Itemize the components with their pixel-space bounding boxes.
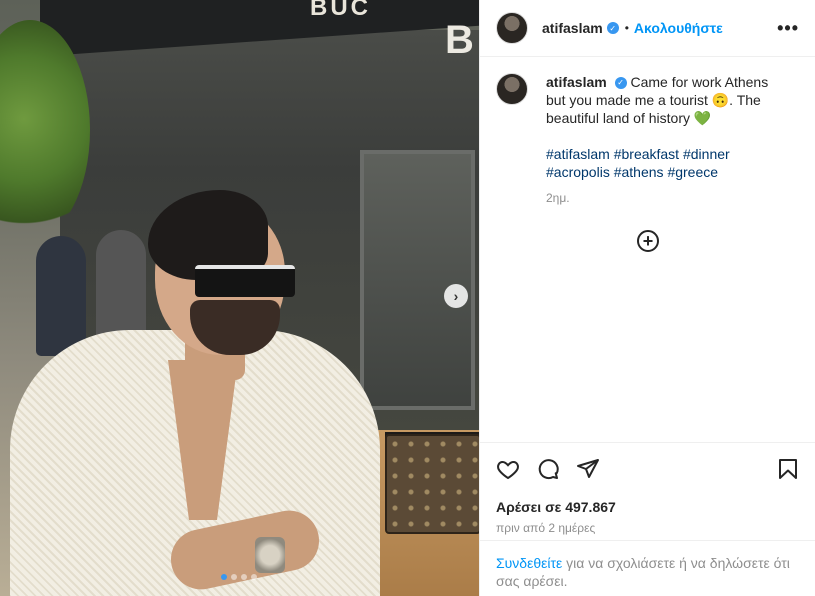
hashtag-link[interactable]: #greece: [667, 164, 718, 180]
add-circle-icon[interactable]: +: [637, 230, 659, 252]
action-icons: [496, 457, 800, 481]
login-prompt: Συνδεθείτε για να σχολιάσετε ή να δηλώσε…: [480, 540, 815, 596]
hashtag-link[interactable]: #acropolis: [546, 164, 610, 180]
share-icon[interactable]: [576, 457, 600, 481]
heart-icon[interactable]: [496, 457, 520, 481]
separator-dot: •: [624, 21, 629, 35]
avatar[interactable]: [496, 12, 528, 44]
ellipsis-icon[interactable]: •••: [777, 18, 799, 39]
hashtags: #atifaslam #breakfast #dinner #acropolis…: [546, 145, 782, 181]
carousel-dot: [221, 574, 227, 580]
carousel-dot: [251, 574, 257, 580]
next-photo-button[interactable]: ›: [444, 284, 468, 308]
building-sign: B: [445, 18, 474, 62]
comment-icon[interactable]: [536, 457, 560, 481]
hashtag-link[interactable]: #breakfast: [614, 146, 679, 162]
avatar[interactable]: [496, 73, 528, 105]
username-link[interactable]: atifaslam: [542, 20, 603, 36]
wristwatch: [255, 537, 285, 573]
caption: atifaslam ✓ Came for work Athens but you…: [480, 57, 815, 207]
background-person: [36, 236, 86, 356]
hashtag-link[interactable]: #atifaslam: [546, 146, 610, 162]
post-date: πριν από 2 ημέρες: [496, 521, 596, 535]
verified-icon: ✓: [606, 22, 619, 34]
action-bar: Αρέσει σε 497.867 πριν από 2 ημέρες: [480, 442, 815, 535]
awning-text: BUC: [310, 0, 371, 21]
hashtag-link[interactable]: #athens: [614, 164, 664, 180]
post-photo[interactable]: BUC B ›: [0, 0, 479, 596]
chevron-right-icon: ›: [453, 288, 459, 304]
caption-time: 2ημ.: [546, 191, 570, 205]
verified-icon: ✓: [614, 77, 627, 90]
sunglasses: [195, 265, 295, 297]
caption-username[interactable]: atifaslam: [546, 74, 607, 90]
hashtag-link[interactable]: #dinner: [683, 146, 730, 162]
caption-body: atifaslam ✓ Came for work Athens but you…: [546, 73, 782, 207]
bookmark-icon[interactable]: [776, 457, 800, 481]
carousel-dots: [221, 574, 257, 580]
shop-window: [360, 150, 475, 410]
login-link[interactable]: Συνδεθείτε: [496, 555, 562, 571]
handbag: [385, 434, 479, 534]
likes-count[interactable]: Αρέσει σε 497.867: [496, 499, 800, 515]
carousel-dot: [241, 574, 247, 580]
carousel-dot: [231, 574, 237, 580]
post-sidebar: atifaslam ✓ • Ακολουθήστε ••• atifaslam …: [479, 0, 815, 596]
post-header: atifaslam ✓ • Ακολουθήστε •••: [480, 0, 815, 57]
follow-button[interactable]: Ακολουθήστε: [634, 20, 723, 36]
